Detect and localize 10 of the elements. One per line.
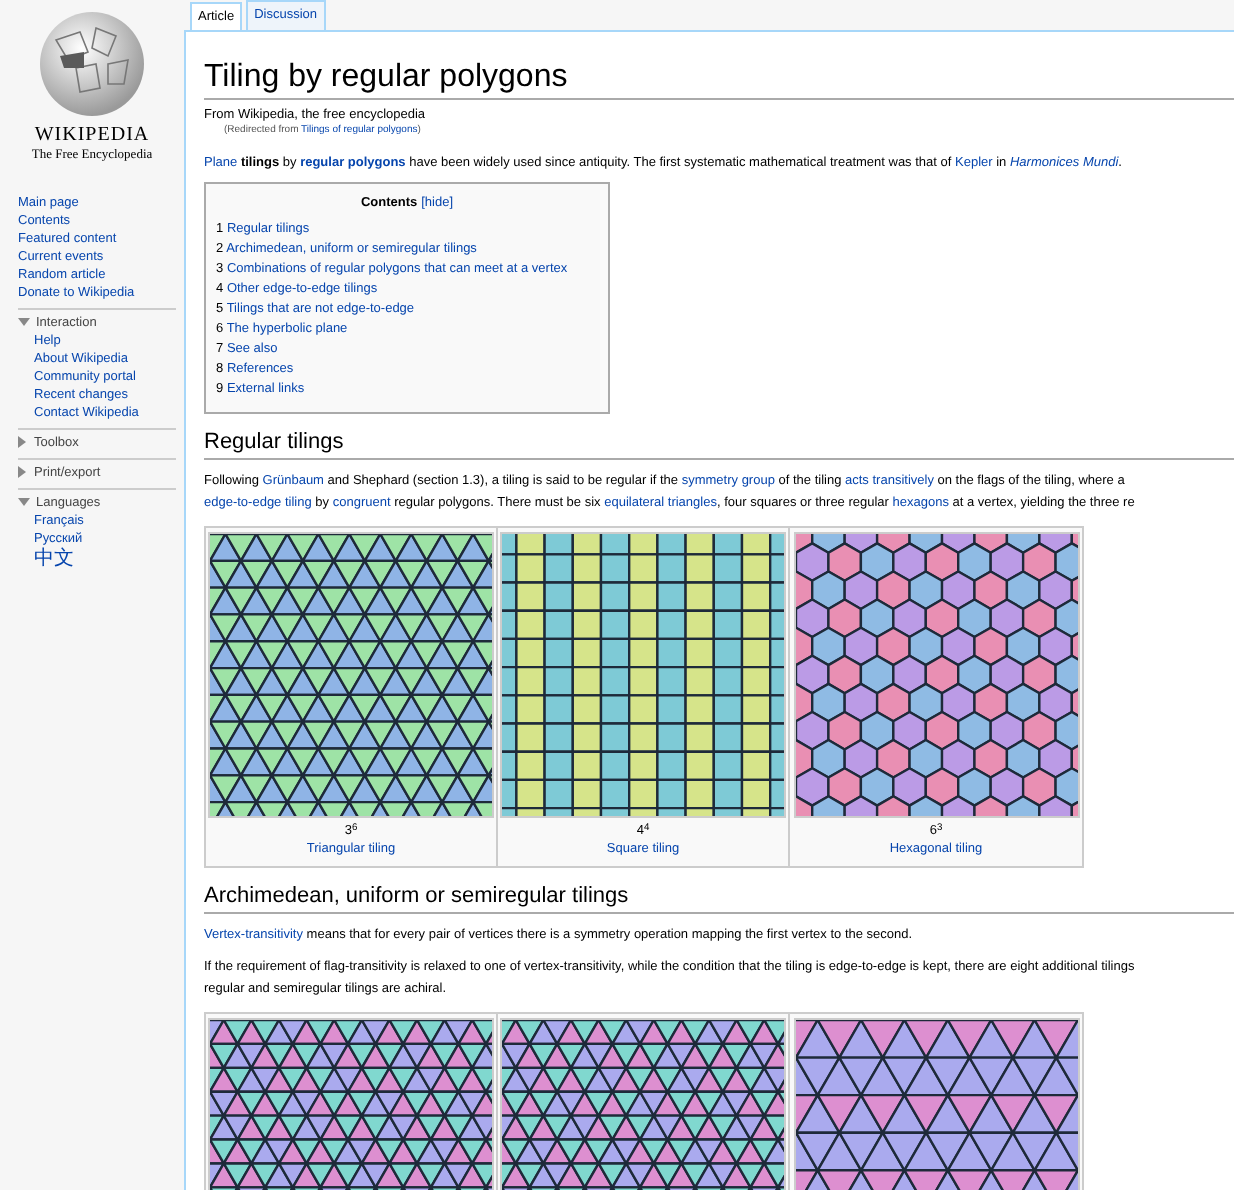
caret-right-icon <box>18 436 28 448</box>
section-heading: Archimedean, uniform or semiregular tilings <box>204 884 1234 914</box>
wordmark: WIKIPEDIA <box>34 126 150 146</box>
globe-logo <box>36 8 148 120</box>
caret-down-icon <box>18 317 30 327</box>
section-heading: Regular tilings <box>204 430 1234 460</box>
caret-right-icon <box>18 466 28 478</box>
page-title: Tiling by regular polygons <box>204 60 1234 100</box>
portlet-link[interactable]: 中文 <box>34 547 74 569</box>
caret-down-icon <box>18 497 30 507</box>
